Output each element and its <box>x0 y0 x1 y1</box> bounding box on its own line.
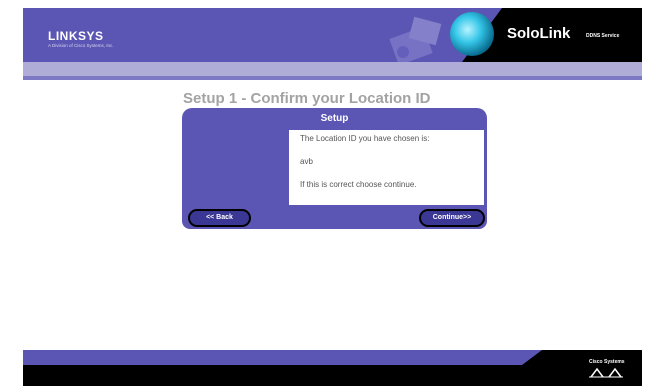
linksys-logo-subtitle: A Division of Cisco Systems, Inc. <box>48 43 114 48</box>
header-subbar-divider <box>23 76 642 80</box>
page-title: Setup 1 - Confirm your Location ID <box>183 90 431 107</box>
back-button[interactable]: << Back <box>188 209 251 227</box>
cisco-systems-logo: Cisco Systems <box>589 359 625 365</box>
setup-panel-sidebar <box>182 130 289 205</box>
globe-icon <box>450 12 494 56</box>
right-margin <box>642 0 649 386</box>
product-suffix: DDNS Service <box>586 33 620 39</box>
header-decoration-graphic <box>389 16 442 62</box>
cisco-bridge-icon <box>589 367 623 378</box>
page: LINKSYS A Division of Cisco Systems, Inc… <box>0 0 649 386</box>
confirm-instruction: If this is correct choose continue. <box>300 180 417 189</box>
continue-button[interactable]: Continue>> <box>419 209 485 227</box>
left-margin <box>0 0 23 386</box>
location-id-prompt: The Location ID you have chosen is: <box>300 134 430 143</box>
header-subbar <box>23 62 642 76</box>
header-banner: LINKSYS A Division of Cisco Systems, Inc… <box>23 8 642 62</box>
linksys-logo: LINKSYS <box>48 29 104 43</box>
product-name: SoloLink <box>507 25 571 42</box>
setup-panel-edge <box>484 130 487 205</box>
location-id-value: avb <box>300 157 313 166</box>
setup-panel-heading: Setup <box>182 108 487 130</box>
